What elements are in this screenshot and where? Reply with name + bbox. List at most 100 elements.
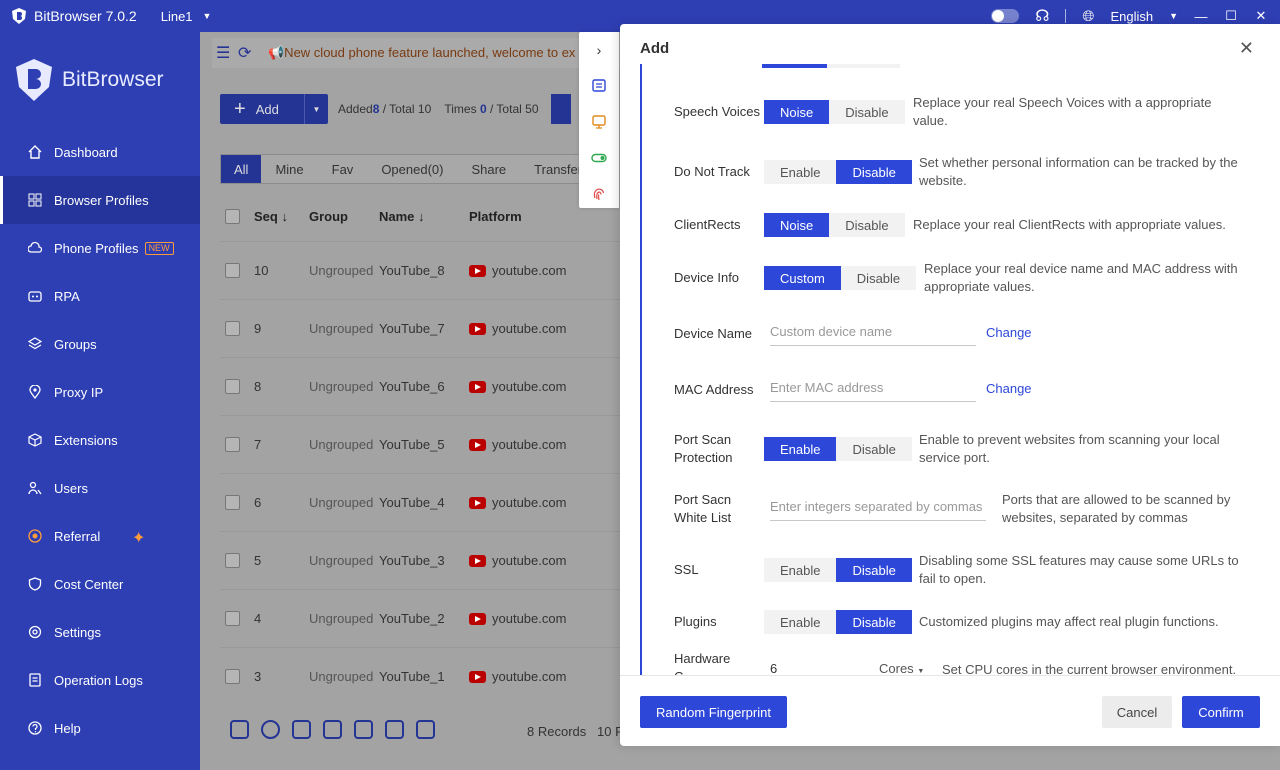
sidebar-item-browser-profiles[interactable]: Browser Profiles: [0, 176, 200, 224]
chevron-down-icon[interactable]: ▼: [1169, 11, 1178, 21]
row-checkbox[interactable]: [225, 669, 240, 684]
confirm-button[interactable]: Confirm: [1182, 696, 1260, 728]
change-mac-link[interactable]: Change: [986, 381, 1032, 396]
setting-label: Port Scan Protection: [674, 432, 733, 465]
column-seq[interactable]: Seq ↓: [254, 209, 288, 224]
disable-option[interactable]: Disable: [829, 213, 905, 237]
disable-option[interactable]: Disable: [840, 266, 917, 290]
mac-address-input[interactable]: Enter MAC address: [770, 374, 976, 402]
setting-description: Replace your real device name and MAC ad…: [924, 261, 1238, 294]
batch-open-icon[interactable]: [230, 720, 249, 739]
disable-option[interactable]: Disable: [836, 610, 912, 634]
sidebar-item-settings[interactable]: Settings: [0, 608, 200, 656]
batch-delete-icon[interactable]: [416, 720, 435, 739]
noise-option[interactable]: Noise: [764, 213, 830, 237]
sidebar-item-help[interactable]: Help: [0, 704, 200, 752]
row-group: Ungrouped: [309, 669, 374, 684]
sidebar-item-extensions[interactable]: Extensions: [0, 416, 200, 464]
sidebar-item-label: Help: [54, 720, 81, 736]
maximize-button[interactable]: ☐: [1224, 8, 1238, 24]
row-name: YouTube_5: [379, 437, 445, 452]
cloud-phone-icon: [28, 241, 42, 255]
add-profile-dialog: Add ✕ Speech Voices Noise Disable Replac…: [620, 24, 1280, 746]
close-icon[interactable]: ✕: [1239, 38, 1254, 59]
tab-opened[interactable]: Opened(0): [367, 155, 457, 183]
row-checkbox[interactable]: [225, 437, 240, 452]
batch-move-icon[interactable]: [323, 720, 342, 739]
batch-clear-icon[interactable]: [292, 720, 311, 739]
sidebar-item-cost-center[interactable]: Cost Center: [0, 560, 200, 608]
setting-description: Replace your real ClientRects with appro…: [913, 217, 1226, 232]
disable-option[interactable]: Disable: [836, 558, 912, 582]
sidebar-item-referral[interactable]: Referral ✦: [0, 512, 200, 560]
add-profile-button[interactable]: + Add ▼: [220, 94, 328, 124]
close-window-button[interactable]: ✕: [1254, 8, 1268, 24]
enable-option[interactable]: Enable: [764, 558, 837, 582]
enable-option[interactable]: Enable: [764, 160, 837, 184]
minimize-button[interactable]: —: [1194, 9, 1208, 24]
sidebar-item-groups[interactable]: Groups: [0, 320, 200, 368]
new-badge: NEW: [144, 241, 174, 255]
cancel-button[interactable]: Cancel: [1102, 696, 1172, 728]
random-fingerprint-button[interactable]: Random Fingerprint: [640, 696, 787, 728]
notice-text[interactable]: 📢New cloud phone feature launched, welco…: [268, 45, 575, 61]
theme-toggle[interactable]: [991, 9, 1020, 23]
disable-option[interactable]: Disable: [829, 100, 905, 124]
location-icon: [28, 385, 42, 399]
disable-option[interactable]: Disable: [836, 437, 912, 461]
toolbar-button-partial[interactable]: [550, 94, 571, 124]
setting-description: Set whether personal information can be …: [919, 155, 1238, 188]
enable-option[interactable]: Enable: [764, 610, 837, 634]
port-white-list-input[interactable]: Enter integers separated by commas: [770, 493, 986, 521]
cpu-cores-value[interactable]: 6: [770, 661, 777, 675]
custom-option[interactable]: Custom: [764, 266, 841, 290]
cores-unit-selector[interactable]: Cores ▼: [879, 661, 924, 675]
row-checkbox[interactable]: [225, 495, 240, 510]
dialog-footer: Random Fingerprint Cancel Confirm: [620, 675, 1280, 746]
row-checkbox[interactable]: [225, 379, 240, 394]
sidebar-item-operation-logs[interactable]: Operation Logs: [0, 656, 200, 704]
sidebar-item-phone-profiles[interactable]: Phone Profiles NEW: [0, 224, 200, 272]
sidebar-item-dashboard[interactable]: Dashboard: [0, 128, 200, 176]
row-checkbox[interactable]: [225, 611, 240, 626]
toggle-icon[interactable]: [579, 140, 619, 176]
select-all-checkbox[interactable]: [225, 208, 240, 224]
column-name[interactable]: Name ↓: [379, 209, 425, 224]
tool-settings-icon[interactable]: [579, 68, 619, 104]
device-name-input[interactable]: Custom device name: [770, 318, 976, 346]
row-checkbox[interactable]: [225, 553, 240, 568]
sidebar: BitBrowser Dashboard Browser Profiles Ph…: [0, 32, 200, 770]
row-seq: 6: [254, 495, 262, 510]
sidebar-item-rpa[interactable]: RPA: [0, 272, 200, 320]
ip-icon[interactable]: [579, 104, 619, 140]
tab-share[interactable]: Share: [457, 155, 520, 183]
menu-fold-icon[interactable]: ☰: [216, 43, 234, 63]
change-device-name-link[interactable]: Change: [986, 325, 1032, 340]
sidebar-item-label: Operation Logs: [54, 672, 143, 688]
row-platform: youtube.com: [469, 379, 566, 394]
language-selector[interactable]: English: [1110, 9, 1153, 24]
collapse-panel-button[interactable]: ›: [579, 32, 619, 68]
row-checkbox[interactable]: [225, 263, 240, 278]
fingerprint-icon[interactable]: [579, 176, 619, 212]
enable-option[interactable]: Enable: [764, 437, 837, 461]
tab-all[interactable]: All: [221, 155, 262, 183]
row-checkbox[interactable]: [225, 321, 240, 336]
support-icon[interactable]: ☊: [1035, 6, 1049, 26]
row-seq: 3: [254, 669, 262, 684]
disable-option[interactable]: Disable: [836, 160, 912, 184]
batch-window-icon[interactable]: [354, 720, 373, 739]
batch-close-icon[interactable]: [261, 720, 280, 739]
chevron-down-icon[interactable]: ▼: [203, 11, 212, 21]
sidebar-item-users[interactable]: Users: [0, 464, 200, 512]
line-selector[interactable]: Line1: [161, 9, 193, 24]
sidebar-item-proxy-ip[interactable]: Proxy IP: [0, 368, 200, 416]
gear-icon: [28, 625, 42, 639]
tab-mine[interactable]: Mine: [261, 155, 317, 183]
setting-label: Do Not Track: [674, 164, 750, 179]
refresh-icon[interactable]: ⟳: [238, 43, 256, 63]
chevron-down-icon[interactable]: ▼: [304, 94, 328, 124]
batch-recycle-icon[interactable]: [385, 720, 404, 739]
noise-option[interactable]: Noise: [764, 100, 830, 124]
tab-fav[interactable]: Fav: [318, 155, 368, 183]
